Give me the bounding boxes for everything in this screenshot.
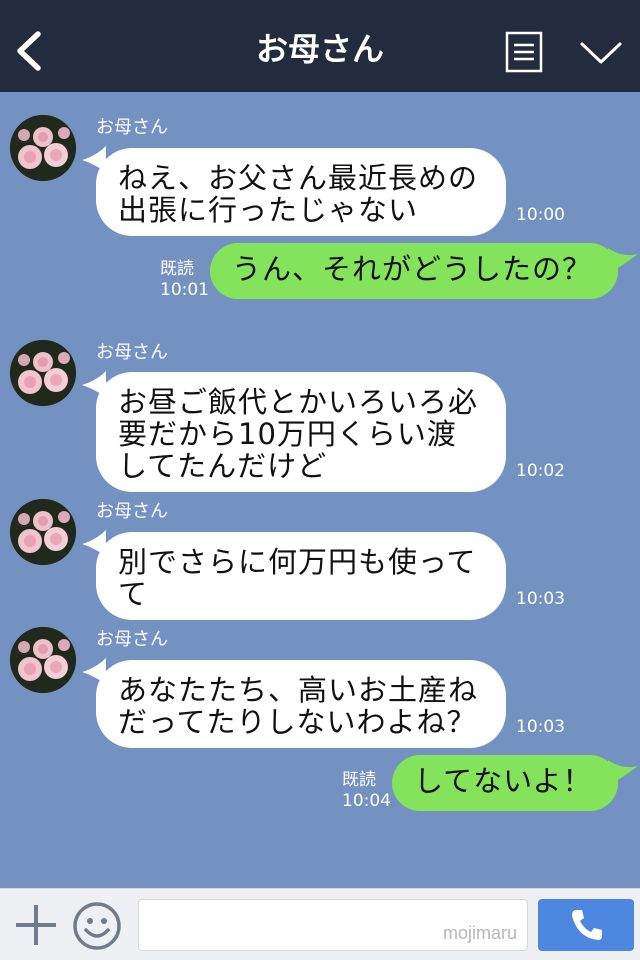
chat-header: お母さん xyxy=(0,0,640,92)
chevron-left-icon xyxy=(17,31,41,71)
rose-avatar-icon xyxy=(10,340,76,406)
message-time: 10:01 xyxy=(160,280,209,300)
message-time: 10:04 xyxy=(342,791,391,811)
message-time: 10:02 xyxy=(516,461,565,481)
plus-icon xyxy=(16,905,56,945)
smiley-icon xyxy=(73,902,121,950)
read-receipt: 既読 10:04 xyxy=(342,770,391,812)
phone-icon xyxy=(572,910,602,940)
sender-name: お母さん xyxy=(96,342,168,363)
sender-name: お母さん xyxy=(96,629,168,650)
message-time: 10:03 xyxy=(516,589,565,609)
add-button[interactable] xyxy=(14,903,58,947)
bubble-tail xyxy=(608,760,638,786)
menu-list-icon xyxy=(505,31,543,73)
read-receipt: 既読 10:01 xyxy=(160,259,209,301)
message-composer: mojimaru xyxy=(0,888,640,960)
read-status: 既読 xyxy=(342,770,376,790)
rose-avatar-icon xyxy=(10,115,76,181)
rose-avatar-icon xyxy=(10,627,76,693)
watermark-text: mojimaru xyxy=(442,923,517,943)
emoji-button[interactable] xyxy=(72,901,122,951)
chat-title: お母さん xyxy=(255,30,384,68)
read-status: 既読 xyxy=(160,259,194,279)
rose-avatar-icon xyxy=(10,499,76,565)
avatar[interactable] xyxy=(10,499,76,565)
message-bubble-incoming[interactable]: 別でさらに何万円も使って て xyxy=(96,532,506,620)
chevron-down-icon xyxy=(580,42,622,64)
sender-name: お母さん xyxy=(96,501,168,522)
avatar[interactable] xyxy=(10,340,76,406)
call-button[interactable] xyxy=(538,899,634,951)
message-bubble-incoming[interactable]: お昼ご飯代とかいろいろ必 要だから10万円くらい渡 してたんだけど xyxy=(96,372,506,492)
back-button[interactable] xyxy=(10,30,50,72)
message-time: 10:03 xyxy=(516,717,565,737)
message-time: 10:00 xyxy=(516,205,565,225)
sender-name: お母さん xyxy=(96,117,168,138)
bubble-tail xyxy=(608,248,638,274)
message-bubble-outgoing[interactable]: してないよ！ xyxy=(392,755,618,811)
menu-button[interactable] xyxy=(505,31,543,73)
message-input[interactable]: mojimaru xyxy=(138,899,528,951)
collapse-button[interactable] xyxy=(578,38,624,68)
avatar[interactable] xyxy=(10,115,76,181)
message-bubble-incoming[interactable]: あなたたち、高いお土産ね だってたりしないわよね？ xyxy=(96,660,506,748)
avatar[interactable] xyxy=(10,627,76,693)
message-bubble-outgoing[interactable]: うん、それがどうしたの？ xyxy=(210,243,618,299)
message-bubble-incoming[interactable]: ねえ、お父さん最近長めの 出張に行ったじゃない xyxy=(96,148,506,236)
